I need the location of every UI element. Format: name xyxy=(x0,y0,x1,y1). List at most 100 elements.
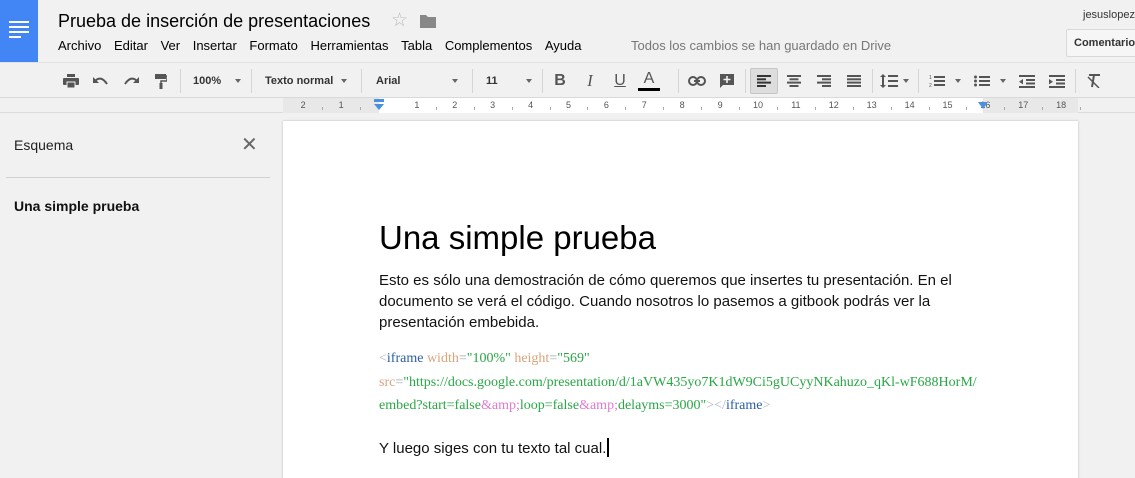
left-indent-marker-icon[interactable] xyxy=(373,99,385,111)
line-spacing-button[interactable] xyxy=(877,68,913,94)
ruler-tick xyxy=(852,107,854,110)
comments-button[interactable]: Comentario xyxy=(1066,29,1135,57)
close-icon[interactable]: ✕ xyxy=(241,135,261,156)
docs-icon xyxy=(9,21,29,41)
redo-button[interactable] xyxy=(118,68,144,94)
ruler-tick xyxy=(587,107,589,110)
ruler-tick xyxy=(776,107,778,110)
outline-title: Esquema xyxy=(14,137,74,153)
menu-herramientas[interactable]: Herramientas xyxy=(310,38,388,53)
ruler-tick xyxy=(890,107,892,110)
decrease-indent-button[interactable] xyxy=(1014,68,1040,94)
menu-complementos[interactable]: Complementos xyxy=(445,38,532,53)
menu-ayuda[interactable]: Ayuda xyxy=(545,38,582,53)
ruler-number: 17 xyxy=(1018,100,1029,110)
toolbar-divider xyxy=(180,69,181,93)
justify-button[interactable] xyxy=(841,68,867,94)
font-size-select[interactable]: 11 xyxy=(486,68,532,94)
align-center-button[interactable] xyxy=(781,68,807,94)
text-color-button[interactable]: A xyxy=(636,68,662,94)
menu-bar: Archivo Editar Ver Insertar Formato Herr… xyxy=(58,38,591,53)
outline-item[interactable]: Una simple prueba xyxy=(14,198,139,214)
save-status[interactable]: Todos los cambios se han guardado en Dri… xyxy=(631,38,891,53)
menu-insertar[interactable]: Insertar xyxy=(193,38,237,53)
iframe-code-block[interactable]: <iframe width="100%" height="569" src="h… xyxy=(379,347,977,418)
paint-format-button[interactable] xyxy=(148,68,174,94)
ruler-number: 12 xyxy=(828,100,839,110)
code-token: < xyxy=(379,351,387,366)
align-left-button[interactable] xyxy=(750,68,778,94)
menu-editar[interactable]: Editar xyxy=(114,38,148,53)
bulleted-list-button[interactable] xyxy=(970,68,1010,94)
style-value: Texto normal xyxy=(265,75,334,87)
right-indent-marker-icon[interactable] xyxy=(977,101,989,111)
chevron-down-icon xyxy=(1000,79,1006,83)
ruler-number: 1 xyxy=(338,100,344,110)
toolbar-divider xyxy=(918,69,919,93)
zoom-value: 100% xyxy=(193,75,222,87)
document-title[interactable]: Prueba de inserción de presentaciones xyxy=(58,11,370,32)
font-select[interactable]: Arial xyxy=(376,68,458,94)
ruler-number: 15 xyxy=(942,100,953,110)
ruler-left-margin xyxy=(283,98,379,113)
bold-button[interactable]: B xyxy=(547,68,573,94)
underline-button[interactable]: U xyxy=(607,68,633,94)
ruler-number: 3 xyxy=(490,100,496,110)
document-page[interactable]: Una simple prueba Esto es sólo una demos… xyxy=(283,121,1078,478)
undo-icon xyxy=(93,77,108,85)
document-last-line[interactable]: Y luego siges con tu texto tal cual. xyxy=(379,438,610,457)
toolbar-divider xyxy=(872,69,873,93)
ruler-number: 9 xyxy=(717,100,723,110)
document-heading[interactable]: Una simple prueba xyxy=(379,219,656,257)
insert-link-button[interactable] xyxy=(684,68,710,94)
menu-ver[interactable]: Ver xyxy=(161,38,181,53)
code-line: embed?start=false&amp;loop=false&amp;del… xyxy=(379,394,977,418)
numbered-list-icon: 12 xyxy=(929,75,945,88)
star-icon[interactable]: ☆ xyxy=(391,11,408,31)
print-button[interactable] xyxy=(58,68,84,94)
numbered-list-button[interactable]: 12 xyxy=(925,68,965,94)
toolbar-divider xyxy=(472,69,473,93)
align-right-button[interactable] xyxy=(811,68,837,94)
toolbar-divider xyxy=(251,69,252,93)
ruler-tick xyxy=(739,107,741,110)
ruler-number: 10 xyxy=(752,100,764,110)
code-token: > xyxy=(762,398,771,413)
ruler-tick xyxy=(928,107,930,110)
toolbar: 100% Texto normal Arial 11 B I U A 1 2 xyxy=(0,62,1135,98)
increase-indent-button[interactable] xyxy=(1044,68,1070,94)
clear-formatting-button[interactable] xyxy=(1081,68,1107,94)
ruler-tick xyxy=(701,107,703,110)
menu-archivo[interactable]: Archivo xyxy=(58,38,101,53)
menu-tabla[interactable]: Tabla xyxy=(401,38,432,53)
ruler-number: 2 xyxy=(452,100,458,110)
ruler-tick xyxy=(549,107,551,110)
zoom-select[interactable]: 100% xyxy=(193,68,241,94)
code-line: src="https://docs.google.com/presentatio… xyxy=(379,371,977,395)
docs-home-logo[interactable] xyxy=(0,0,38,62)
paragraph-style-select[interactable]: Texto normal xyxy=(265,68,347,94)
ruler-tick xyxy=(435,107,437,110)
svg-text:1: 1 xyxy=(929,75,932,81)
svg-text:2: 2 xyxy=(929,83,932,88)
bulleted-list-icon xyxy=(974,75,990,87)
folder-icon[interactable] xyxy=(419,13,437,29)
align-center-icon xyxy=(787,75,801,87)
code-line: <iframe width="100%" height="569" xyxy=(379,347,977,371)
ruler-number: 18 xyxy=(1056,100,1067,110)
menu-formato[interactable]: Formato xyxy=(249,38,297,53)
code-token: "569" xyxy=(557,351,590,366)
undo-button[interactable] xyxy=(88,68,114,94)
code-token: delayms=3000" xyxy=(617,398,707,413)
user-account[interactable]: jesuslopez xyxy=(1083,9,1135,21)
text-color-swatch xyxy=(638,88,660,91)
outline-panel: Esquema ✕ Una simple prueba xyxy=(0,113,283,478)
outline-divider xyxy=(6,177,270,178)
document-paragraph[interactable]: Esto es sólo una demostración de cómo qu… xyxy=(379,270,959,333)
text-color-glyph: A xyxy=(643,70,655,87)
ruler-number: 11 xyxy=(791,100,801,110)
toolbar-divider xyxy=(745,69,746,93)
ruler[interactable]: 21123456789101112131415161718 xyxy=(0,98,1135,113)
italic-button[interactable]: I xyxy=(577,68,603,94)
insert-comment-button[interactable] xyxy=(714,68,740,94)
